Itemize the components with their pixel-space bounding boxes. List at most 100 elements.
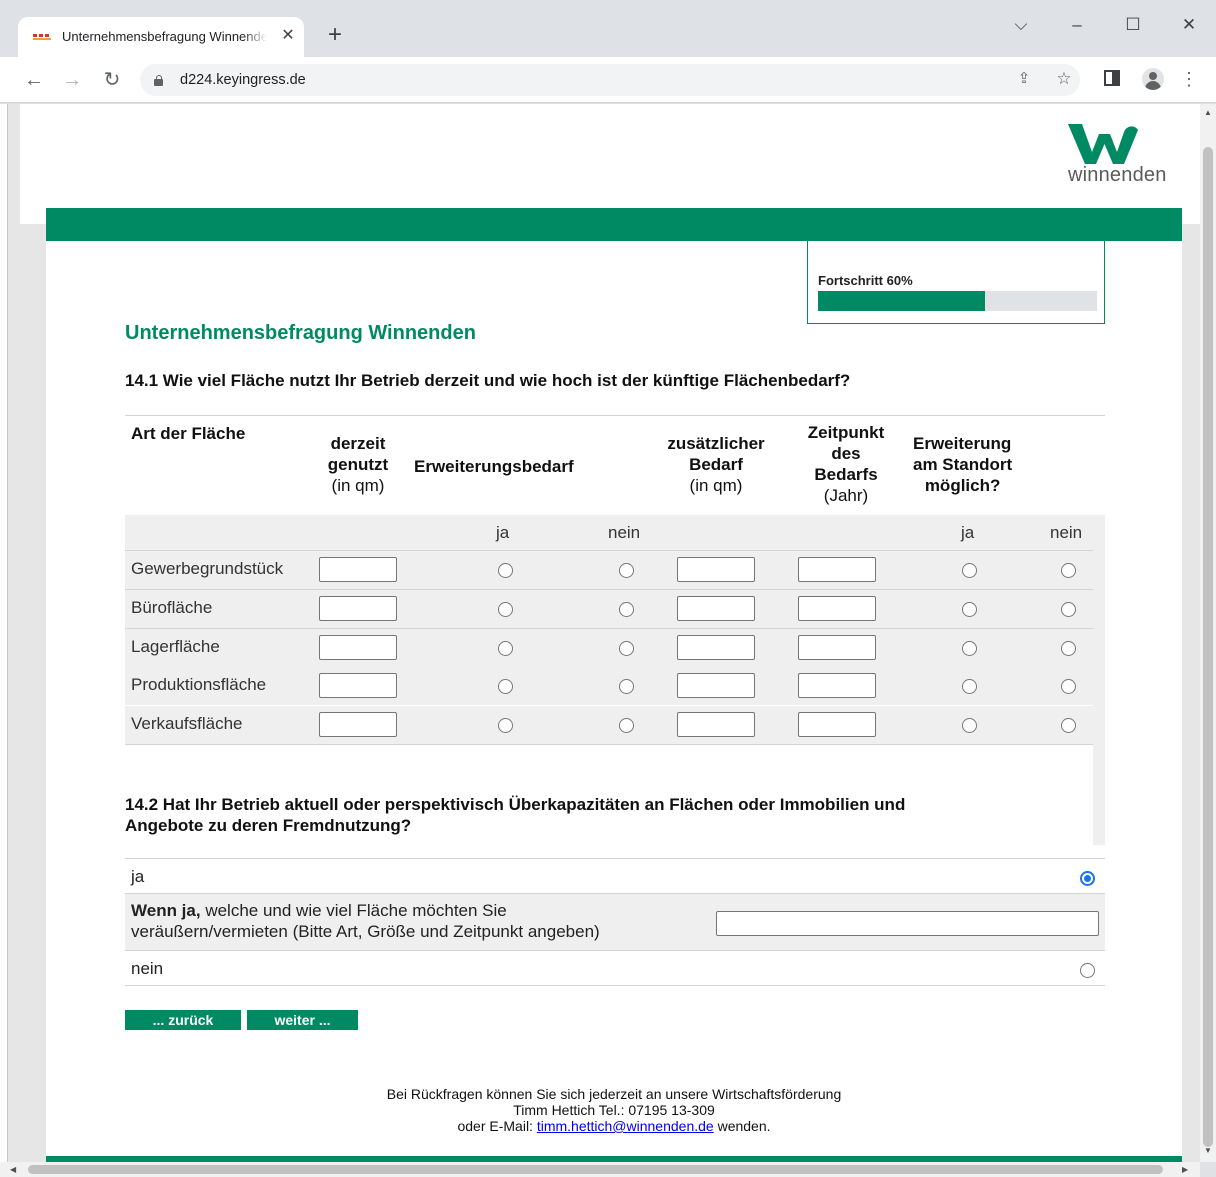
conditional-area-input[interactable] xyxy=(716,911,1099,936)
grid-top-border xyxy=(125,415,1105,416)
new-tab-plus-icon[interactable]: + xyxy=(323,23,347,48)
lock-icon[interactable] xyxy=(154,75,163,86)
radio-ja-selected[interactable] xyxy=(1080,871,1095,886)
derzeit-genutzt-input[interactable] xyxy=(319,712,397,737)
radio-standort-ja[interactable] xyxy=(962,718,977,733)
radio-standort-nein[interactable] xyxy=(1061,718,1076,733)
header-erweiterungsbedarf: Erweiterungsbedarf xyxy=(414,457,574,476)
radio-erweiterungsbedarf-nein[interactable] xyxy=(619,640,634,656)
browser-tab[interactable]: Unternehmensbefragung Winnenden ✕ xyxy=(18,17,304,57)
derzeit-genutzt-input[interactable] xyxy=(319,557,397,582)
radio-erweiterungsbedarf-nein[interactable] xyxy=(619,601,634,617)
radio-nein[interactable] xyxy=(1080,963,1095,978)
conditional-text-2: veräußern/vermieten (Bitte Art, Größe un… xyxy=(131,922,600,941)
grid-row: Bürofläche xyxy=(125,589,1093,628)
zeitpunkt-input[interactable] xyxy=(798,595,876,621)
radio-standort-nein[interactable] xyxy=(1061,563,1076,578)
tab-title: Unternehmensbefragung Winnenden xyxy=(62,29,267,44)
radio-standort-ja[interactable] xyxy=(962,563,977,578)
bookmark-star-icon[interactable]: ☆ xyxy=(1053,68,1075,90)
question-14-2-line2: Angebote zu deren Fremdnutzung? xyxy=(125,816,412,835)
radio-standort-ja[interactable] xyxy=(962,601,977,617)
tab-close-icon[interactable]: ✕ xyxy=(279,26,297,46)
subheader-nein-1: nein xyxy=(608,523,641,542)
zusaetzlicher-bedarf-input[interactable] xyxy=(677,595,755,621)
reload-icon[interactable]: ↻ xyxy=(100,68,124,92)
footer-email-link[interactable]: timm.hettich@winnenden.de xyxy=(537,1118,714,1134)
page-viewport: winnenden Fortschritt 60% Unternehmensbe… xyxy=(8,104,1200,1162)
radio-erweiterungsbedarf-nein[interactable] xyxy=(619,563,634,578)
radio-erweiterungsbedarf-ja[interactable] xyxy=(498,718,513,733)
grid-row: Produktionsfläche xyxy=(125,667,1093,706)
footer-line-1: Bei Rückfragen können Sie sich jederzeit… xyxy=(386,1086,842,1102)
radio-standort-ja[interactable] xyxy=(962,640,977,656)
url-text[interactable]: d224.keyingress.de xyxy=(180,72,306,88)
profile-avatar-icon[interactable] xyxy=(1142,68,1164,90)
radio-standort-ja[interactable] xyxy=(962,679,977,695)
radio-erweiterungsbedarf-ja[interactable] xyxy=(498,640,513,656)
conditional-text-1: welche und wie viel Fläche möchten Sie xyxy=(200,901,507,920)
radio-standort-nein[interactable] xyxy=(1061,601,1076,617)
minimize-icon[interactable]: – xyxy=(1062,12,1092,38)
forward-arrow-icon[interactable]: → xyxy=(60,68,84,92)
header-derzeit-line1: derzeit xyxy=(330,434,386,453)
maximize-icon[interactable]: ☐ xyxy=(1118,12,1148,38)
subheader-ja-2: ja xyxy=(961,523,975,542)
next-button[interactable]: weiter ... xyxy=(247,1010,358,1030)
grid-row: Gewerbegrundstück xyxy=(125,551,1093,589)
grid-right-strip xyxy=(1093,515,1105,845)
zeitpunkt-input[interactable] xyxy=(798,634,876,660)
radio-standort-nein[interactable] xyxy=(1061,640,1076,656)
scroll-down-arrow-icon[interactable]: ▼ xyxy=(1204,1146,1212,1155)
zusaetzlicher-bedarf-input[interactable] xyxy=(677,673,755,699)
tab-search-chevron-icon[interactable]: ⌵ xyxy=(1006,12,1036,38)
radio-erweiterungsbedarf-ja[interactable] xyxy=(498,679,513,695)
share-icon[interactable]: ⇪ xyxy=(1013,68,1035,90)
close-window-icon[interactable]: ✕ xyxy=(1174,12,1204,38)
horizontal-scrollbar[interactable]: ◀ ▶ xyxy=(0,1162,1200,1177)
green-header-band xyxy=(46,208,1182,241)
header-zeit-unit: (Jahr) xyxy=(823,486,869,505)
back-button[interactable]: ... zurück xyxy=(125,1010,241,1030)
header-zusatz-line1: zusätzlicher xyxy=(667,434,765,453)
header-derzeit-genutzt: derzeit genutzt (in qm) xyxy=(315,433,401,496)
vertical-scroll-thumb[interactable] xyxy=(1203,147,1213,1147)
derzeit-genutzt-input[interactable] xyxy=(319,634,397,660)
radio-erweiterungsbedarf-ja[interactable] xyxy=(498,563,513,578)
option-row-nein[interactable]: nein xyxy=(125,951,1105,985)
scroll-right-arrow-icon[interactable]: ▶ xyxy=(1182,1165,1188,1174)
zusaetzlicher-bedarf-input[interactable] xyxy=(677,712,755,737)
menu-dots-icon[interactable]: ⋮ xyxy=(1178,68,1200,90)
radio-erweiterungsbedarf-nein[interactable] xyxy=(619,679,634,695)
row-label: Lagerfläche xyxy=(131,636,220,656)
zusaetzlicher-bedarf-input[interactable] xyxy=(677,634,755,660)
scroll-left-arrow-icon[interactable]: ◀ xyxy=(10,1165,16,1174)
option-row-ja[interactable]: ja xyxy=(125,859,1105,893)
header-art-der-flaeche: Art der Fläche xyxy=(131,424,246,443)
zusaetzlicher-bedarf-input[interactable] xyxy=(677,557,755,582)
vertical-scrollbar[interactable]: ▲ ▼ xyxy=(1200,104,1216,1162)
radio-erweiterungsbedarf-ja[interactable] xyxy=(498,601,513,617)
header-zeit-line1: Zeitpunkt xyxy=(807,423,885,442)
q142-bottom-border xyxy=(125,985,1105,986)
zeitpunkt-input[interactable] xyxy=(798,557,876,582)
header-standort-line1: Erweiterung xyxy=(913,434,1012,453)
side-panel-icon[interactable] xyxy=(1104,70,1120,86)
header-zusaetzlicher-bedarf: zusätzlicher Bedarf (in qm) xyxy=(656,433,776,496)
radio-standort-nein[interactable] xyxy=(1061,679,1076,695)
radio-erweiterungsbedarf-nein[interactable] xyxy=(619,718,634,733)
conditional-bold-prefix: Wenn ja, xyxy=(131,901,201,920)
header-zusatz-line2: Bedarf xyxy=(689,455,743,474)
scroll-up-arrow-icon[interactable]: ▲ xyxy=(1204,108,1212,117)
address-bar[interactable]: d224.keyingress.de xyxy=(140,64,1080,96)
header-zeitpunkt: Zeitpunkt des Bedarfs (Jahr) xyxy=(791,422,901,506)
question-14-2-line1: 14.2 Hat Ihr Betrieb aktuell oder perspe… xyxy=(125,795,906,814)
progress-bar xyxy=(818,291,1097,311)
derzeit-genutzt-input[interactable] xyxy=(319,673,397,699)
row-label: Produktionsfläche xyxy=(131,675,267,695)
zeitpunkt-input[interactable] xyxy=(798,712,876,737)
back-arrow-icon[interactable]: ← xyxy=(22,68,46,92)
horizontal-scroll-thumb[interactable] xyxy=(28,1165,1163,1174)
derzeit-genutzt-input[interactable] xyxy=(319,595,397,621)
zeitpunkt-input[interactable] xyxy=(798,673,876,699)
